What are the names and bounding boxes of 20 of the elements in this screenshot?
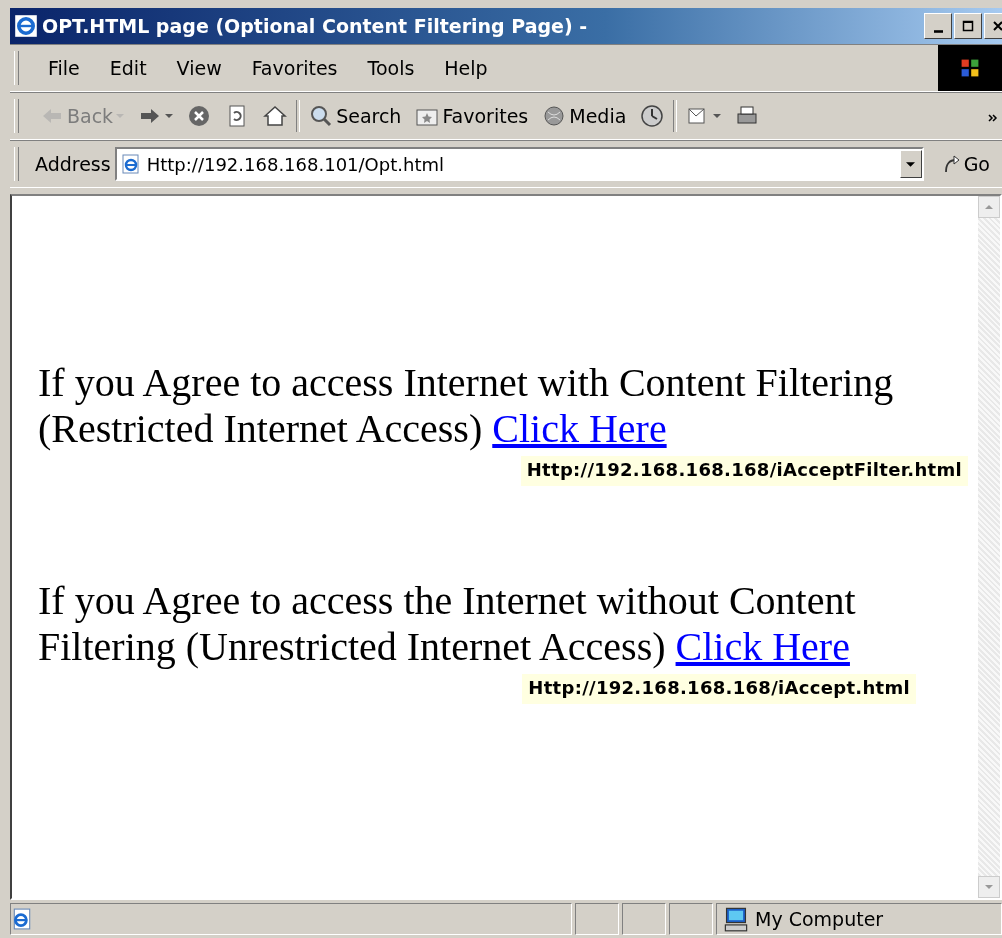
window-title: OPT.HTML page (Optional Content Filtering Page) - — [42, 15, 589, 37]
address-field[interactable]: Http://192.168.168.101/Opt.html — [114, 147, 924, 181]
link-tooltip: Http://192.168.168.168/iAccept.html — [522, 674, 916, 704]
agreement-text: If you Agree to access Internet with Content Filtering (Restricted Internet Access) Click Here — [38, 360, 895, 452]
menu-item[interactable]: File — [35, 53, 93, 83]
media-button[interactable]: Media — [537, 100, 632, 132]
menu-item[interactable]: View — [163, 53, 235, 83]
click-here-link[interactable]: Click Here — [675, 624, 850, 669]
zone-label: My Computer — [755, 908, 884, 930]
menu-item[interactable]: Favorites — [238, 53, 351, 83]
go-button[interactable]: Go — [927, 153, 1002, 175]
search-button[interactable]: Search — [304, 100, 407, 132]
address-label: Address — [35, 153, 111, 175]
click-here-link[interactable]: Click Here — [492, 406, 667, 451]
agreement-text: If you Agree to access the Internet without Content Filtering (Unrestricted Internet Access) Click Here — [38, 578, 857, 670]
menu-item[interactable]: Help — [431, 53, 501, 83]
link-tooltip: Http://192.168.168.168/iAcceptFilter.html — [520, 456, 968, 486]
favorites-button[interactable]: Favorites — [410, 100, 534, 132]
menu-item[interactable]: Edit — [96, 53, 160, 83]
menu-item[interactable]: Tools — [354, 53, 428, 83]
